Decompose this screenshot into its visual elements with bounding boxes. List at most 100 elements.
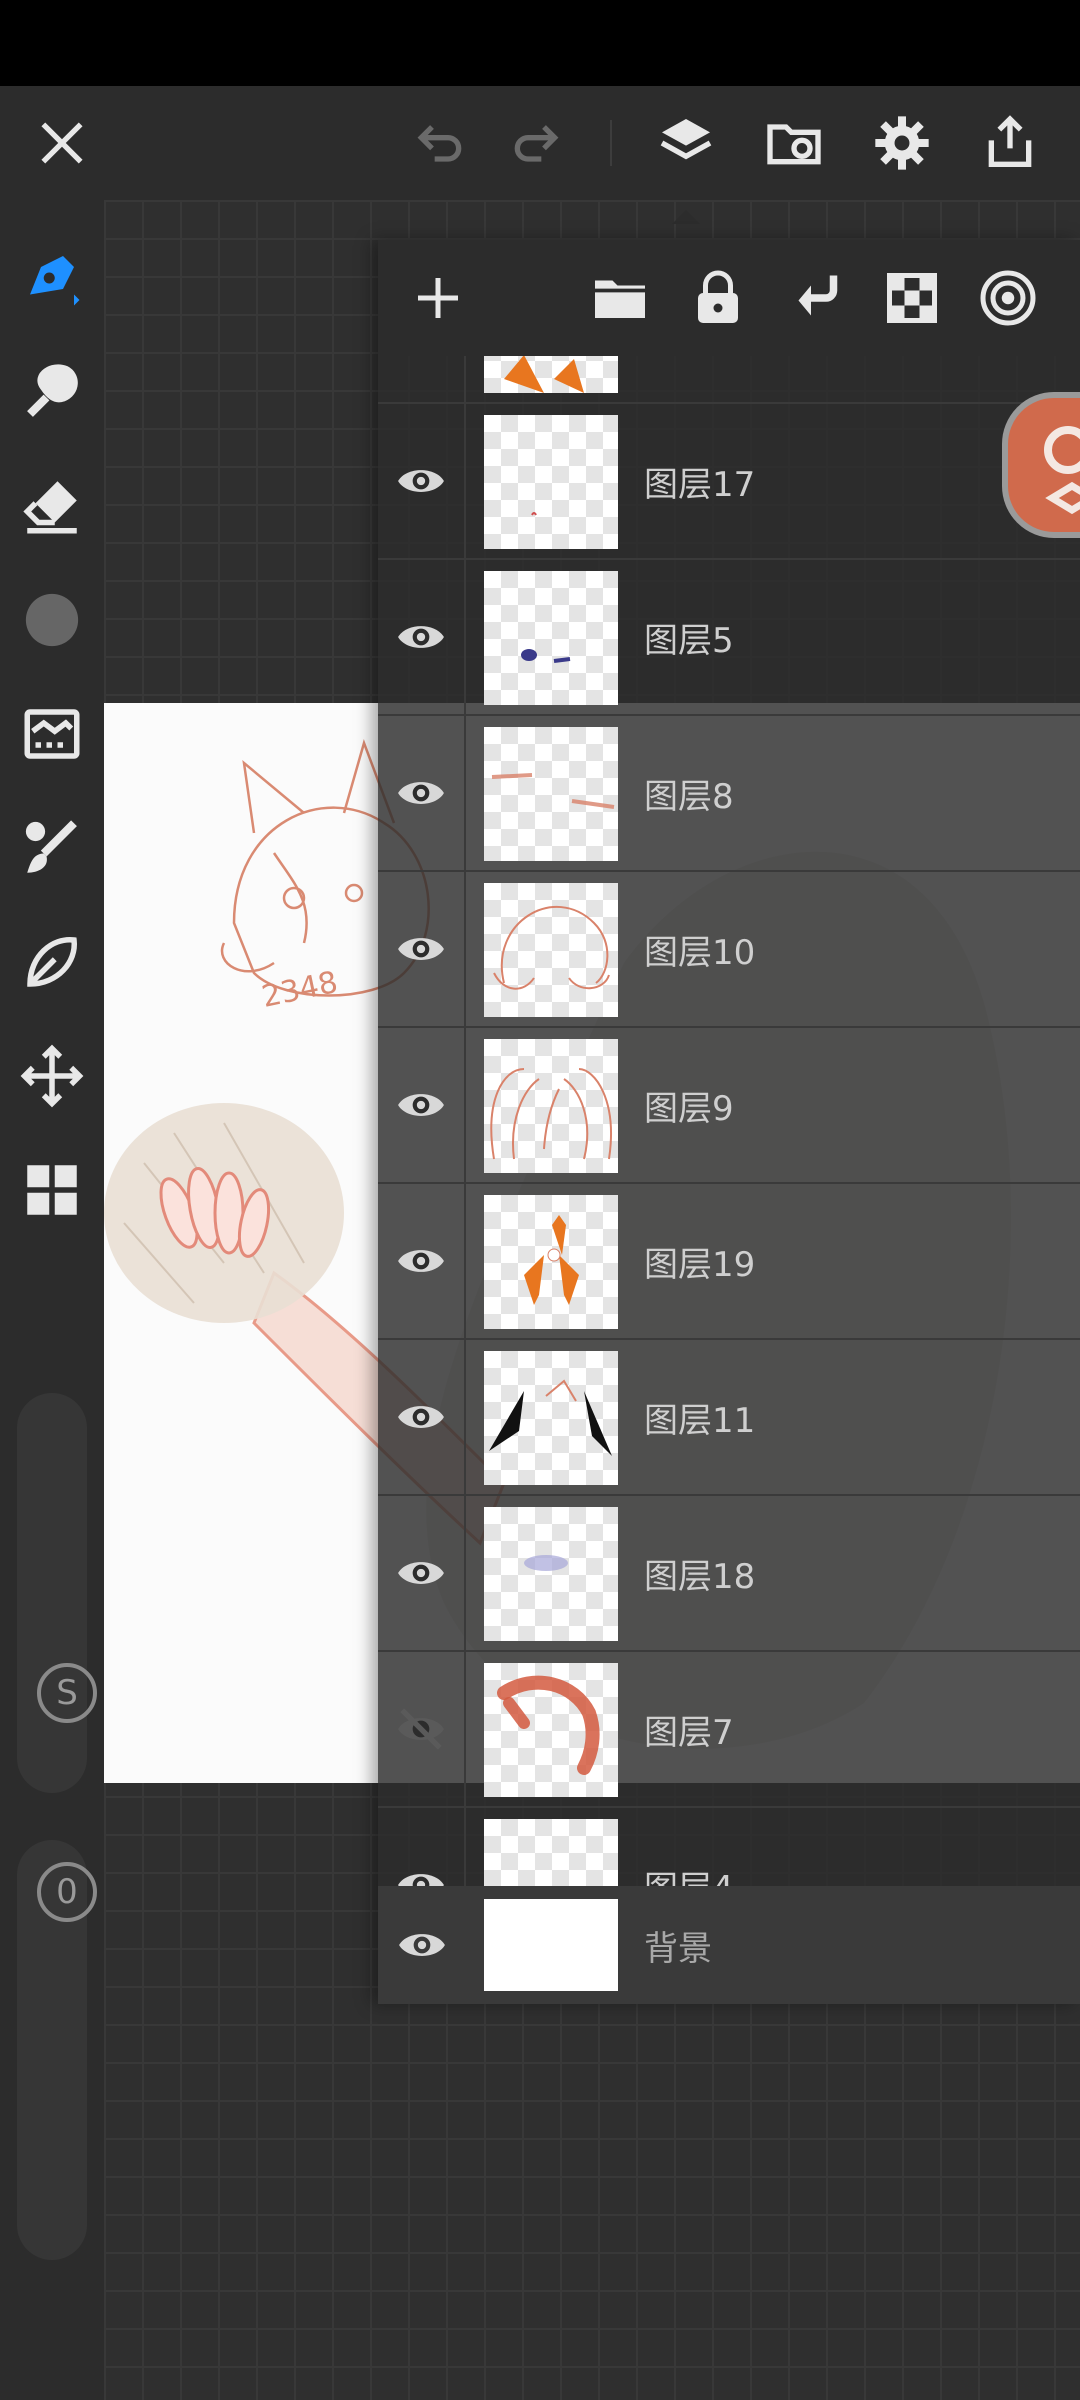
import-button[interactable] (744, 86, 844, 200)
layer-row[interactable]: 图层11 (378, 1340, 1080, 1496)
eye-icon (398, 470, 444, 492)
settings-button[interactable] (852, 86, 952, 200)
opacity-slider[interactable]: 0 (17, 1840, 97, 2260)
brush-settings-button[interactable] (0, 798, 104, 898)
lasso-tool-button[interactable] (0, 912, 104, 1012)
redo-button[interactable] (486, 86, 586, 200)
alpha-lock-button[interactable] (872, 258, 952, 338)
add-layer-button[interactable] (398, 258, 478, 338)
eraser-tool-button[interactable] (0, 456, 104, 556)
visibility-toggle[interactable] (378, 356, 466, 402)
visibility-toggle[interactable] (378, 716, 466, 870)
more-icon (27, 1165, 77, 1215)
layer-name: 图层9 (644, 1088, 734, 1129)
background-thumbnail (484, 1899, 618, 1991)
eye-icon (399, 1934, 445, 1956)
more-tools-button[interactable] (0, 1140, 104, 1240)
layer-panel: 图层17 图层5 图层8 图层10 图层9 图层19 图层11 图层18 图层7… (378, 240, 1080, 2004)
thumb-art (489, 1379, 612, 1456)
layer-row-partial[interactable] (378, 356, 1080, 404)
alpha-lock-icon (887, 273, 937, 323)
brush-size-slider[interactable]: S (17, 1393, 97, 1793)
eye-icon (398, 1094, 444, 1116)
merge-down-button[interactable] (776, 258, 856, 338)
visibility-toggle[interactable] (378, 1184, 466, 1338)
lock-layer-button[interactable] (678, 258, 758, 338)
filter-tool-button[interactable] (0, 684, 104, 784)
floating-record-button[interactable] (1002, 392, 1080, 538)
brush-settings-icon (25, 820, 77, 873)
thumb-art (491, 773, 615, 809)
layer-mode-button[interactable] (968, 258, 1048, 338)
layer-thumbnail (484, 571, 618, 705)
thumb-art (490, 1068, 612, 1160)
thumb-art (524, 1555, 568, 1571)
layer-row[interactable]: 图层18 (378, 1496, 1080, 1652)
layer-thumbnail (484, 1351, 618, 1485)
transform-tool-button[interactable] (0, 1026, 104, 1126)
layer-thumbnail (484, 1039, 618, 1173)
visibility-toggle[interactable] (378, 1496, 466, 1650)
visibility-toggle[interactable] (378, 404, 466, 558)
visibility-toggle[interactable] (378, 1652, 466, 1806)
layer-name: 图层18 (644, 1556, 756, 1597)
layer-thumbnail (484, 1195, 618, 1329)
layer-name: 图层5 (644, 620, 734, 661)
layer-thumbnail (484, 1663, 618, 1797)
layer-list[interactable]: 图层17 图层5 图层8 图层10 图层9 图层19 图层11 图层18 图层7 (378, 356, 1080, 2126)
layer-name: 图层19 (644, 1244, 756, 1285)
layer-row[interactable]: 图层8 (378, 716, 1080, 872)
smudge-icon (27, 364, 78, 417)
layer-mode-icon (980, 270, 1036, 326)
layer-thumbnail (484, 727, 618, 861)
layer-row[interactable]: 图层9 (378, 1028, 1080, 1184)
status-bar (0, 0, 1080, 86)
color-picker-button[interactable] (0, 570, 104, 670)
thumb-art (521, 649, 571, 663)
panel-caret (672, 210, 700, 224)
visibility-toggle[interactable] (378, 560, 466, 714)
layer-row[interactable]: 图层19 (378, 1184, 1080, 1340)
new-folder-button[interactable] (580, 258, 660, 338)
layer-thumbnail (484, 356, 618, 393)
add-icon (418, 278, 458, 318)
eraser-icon (23, 481, 77, 534)
undo-button[interactable] (390, 86, 490, 200)
layer-row[interactable]: 图层10 (378, 872, 1080, 1028)
smudge-tool-button[interactable] (0, 342, 104, 442)
layers-button[interactable] (636, 86, 736, 200)
merge-down-icon (798, 275, 838, 316)
layer-name: 图层10 (644, 932, 756, 973)
eye-icon (398, 1250, 444, 1272)
visibility-toggle[interactable] (378, 1340, 466, 1494)
eye-icon (398, 1562, 444, 1584)
layer-row[interactable]: 图层17 (378, 404, 1080, 560)
record-icon (1044, 426, 1080, 515)
eye-icon (398, 938, 444, 960)
color-swatch (25, 593, 79, 647)
visibility-toggle[interactable] (378, 872, 466, 1026)
layer-thumbnail (484, 1507, 618, 1641)
left-toolbar: S 0 (0, 200, 104, 2400)
lock-icon (698, 270, 738, 323)
visibility-toggle[interactable] (378, 1886, 466, 2004)
layer-row[interactable]: 图层5 (378, 560, 1080, 716)
layer-panel-toolbar (378, 240, 1080, 356)
pen-tool-button[interactable] (0, 228, 104, 328)
eye-icon (398, 626, 444, 648)
eye-hidden-icon (398, 1708, 444, 1750)
thumb-art (524, 1215, 579, 1305)
thumb-art (493, 905, 610, 990)
thumb-art (531, 512, 537, 516)
background-layer-row[interactable]: 背景 (378, 1886, 1080, 2004)
eye-icon (398, 782, 444, 804)
layer-name: 图层11 (644, 1400, 756, 1441)
settings-icon (875, 116, 929, 170)
thumb-art (497, 1675, 600, 1775)
visibility-toggle[interactable] (378, 1028, 466, 1182)
background-layer-name: 背景 (644, 1928, 712, 1969)
share-button[interactable] (960, 86, 1060, 200)
layer-thumbnail (484, 883, 618, 1017)
layer-row[interactable]: 图层7 (378, 1652, 1080, 1808)
close-button[interactable] (12, 86, 112, 200)
